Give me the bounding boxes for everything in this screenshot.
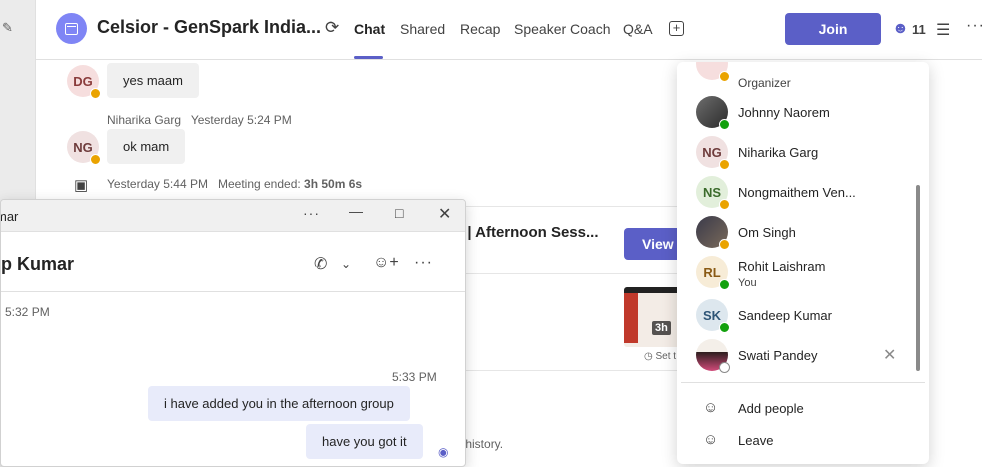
set-label: ◷ Set t (644, 351, 677, 362)
call-icon[interactable]: ✆ (314, 254, 327, 274)
message-time: 5:33 PM (392, 370, 437, 384)
message-bubble[interactable]: yes maam (107, 63, 199, 98)
participant-row[interactable]: NS Nongmaithem Ven... (677, 172, 929, 212)
status-away-icon (719, 239, 730, 250)
refresh-icon[interactable]: ⟳ (325, 19, 343, 37)
organizer-label: Organizer (738, 76, 791, 90)
participants-flyout: Organizer Johnny Naorem NG Niharika Garg… (677, 62, 929, 464)
message-time: 5:32 PM (5, 305, 50, 319)
add-people-icon[interactable]: ☺+ (373, 254, 399, 272)
status-offline-icon (719, 362, 730, 373)
avatar: RL (696, 256, 730, 290)
add-people-action[interactable]: ☺ Add people (677, 393, 929, 423)
participant-name: Swati Pandey (738, 348, 818, 363)
tab-recap[interactable]: Recap (460, 21, 500, 37)
meeting-duration: 3h 50m 6s (304, 177, 363, 191)
join-button[interactable]: Join (785, 13, 881, 45)
sent-message[interactable]: i have added you in the afternoon group (148, 386, 410, 421)
meeting-ended-label: Meeting ended: (217, 177, 301, 191)
avatar[interactable]: DG (67, 65, 101, 99)
avatar (696, 96, 730, 130)
add-tab-icon[interactable]: + (669, 21, 684, 36)
compose-icon[interactable]: ✎ (2, 20, 16, 35)
minimize-icon[interactable]: — (349, 203, 363, 219)
status-away-icon (719, 199, 730, 210)
avatar[interactable] (696, 62, 730, 82)
avatar[interactable]: NG (67, 131, 101, 165)
participant-count[interactable]: 11 (912, 22, 926, 37)
people-icon[interactable]: ☻ (892, 20, 909, 38)
read-receipt-icon: ◉ (438, 445, 449, 459)
chat-header: ep Kumar ✆ ⌄ ☺+ ··· (1, 232, 465, 292)
more-options-icon[interactable]: ··· (414, 254, 433, 272)
avatar (696, 216, 730, 250)
status-away-icon (90, 88, 101, 99)
close-icon[interactable]: ✕ (438, 204, 451, 224)
chevron-down-icon[interactable]: ⌄ (341, 257, 351, 271)
tab-chat[interactable]: Chat (354, 21, 385, 37)
maximize-icon[interactable]: □ (395, 205, 403, 221)
remove-participant-icon[interactable]: ✕ (883, 345, 896, 365)
leave-label: Leave (738, 433, 774, 448)
more-options-icon[interactable]: ··· (966, 17, 982, 35)
status-available-icon (719, 279, 730, 290)
active-tab-indicator (354, 56, 383, 59)
participant-row[interactable]: Om Singh (677, 212, 929, 252)
tab-shared[interactable]: Shared (400, 21, 445, 37)
status-available-icon (719, 322, 730, 333)
tab-speaker-coach[interactable]: Speaker Coach (514, 21, 611, 37)
sent-message[interactable]: have you got it (306, 424, 423, 459)
tab-qa[interactable]: Q&A (623, 21, 653, 37)
meeting-ended-time: Yesterday 5:44 PM (107, 177, 208, 191)
status-away-icon (90, 154, 101, 165)
video-camera-icon: ▣ (74, 177, 89, 194)
popout-chat-window: mar ··· — □ ✕ ep Kumar ✆ ⌄ ☺+ ··· 5:32 P… (0, 199, 466, 467)
participant-name: Om Singh (738, 225, 796, 240)
leave-action[interactable]: ☺ Leave (677, 425, 929, 455)
view-button[interactable]: View (624, 228, 684, 260)
add-people-label: Add people (738, 401, 804, 416)
leave-icon: ☺ (703, 431, 719, 448)
meeting-card-title[interactable]: g | Afternoon Sess... (454, 224, 599, 241)
avatar (696, 339, 730, 373)
participant-row[interactable]: Johnny Naorem (677, 92, 929, 132)
you-label: You (738, 277, 757, 289)
meeting-header: Celsior - GenSpark India... ⟳ Chat Share… (36, 0, 982, 60)
avatar: NG (696, 136, 730, 170)
participant-name: Nongmaithem Ven... (738, 185, 856, 200)
chat-body: 5:32 PM 5:33 PM i have added you in the … (1, 292, 465, 466)
participant-name: Johnny Naorem (738, 105, 830, 120)
divider (681, 382, 925, 383)
message-meta: Niharika Garg Yesterday 5:24 PM (107, 113, 292, 127)
contact-name[interactable]: ep Kumar (1, 254, 74, 275)
participant-name: Rohit Laishram (738, 259, 826, 274)
list-icon[interactable]: ☰ (936, 20, 950, 40)
participant-row[interactable]: RL Rohit Laishram You (677, 252, 929, 292)
recording-thumbnail[interactable]: 3h (624, 287, 684, 347)
window-titlebar: mar ··· — □ ✕ (1, 200, 465, 232)
recording-duration: 3h (652, 321, 671, 335)
status-away-icon (719, 159, 730, 170)
message-bubble[interactable]: ok mam (107, 129, 186, 164)
avatar: SK (696, 299, 730, 333)
status-available-icon (719, 119, 730, 130)
message-time: Yesterday 5:24 PM (190, 113, 292, 127)
card-divider (436, 273, 696, 274)
participant-row[interactable]: SK Sandeep Kumar (677, 295, 929, 335)
window-title: mar (1, 209, 19, 224)
participant-name: Niharika Garg (738, 145, 819, 160)
participant-row[interactable]: NG Niharika Garg (677, 132, 929, 172)
meeting-title[interactable]: Celsior - GenSpark India... (97, 17, 321, 38)
calendar-icon (56, 13, 87, 44)
scrollbar[interactable] (916, 185, 920, 371)
status-away-icon (719, 71, 730, 82)
meeting-ended-note: Yesterday 5:44 PM Meeting ended: 3h 50m … (107, 177, 362, 191)
avatar: NS (696, 176, 730, 210)
participant-name: Sandeep Kumar (738, 308, 832, 323)
more-options-icon[interactable]: ··· (303, 205, 320, 221)
add-person-icon: ☺ (703, 399, 719, 416)
sender-name: Niharika Garg (107, 113, 182, 127)
